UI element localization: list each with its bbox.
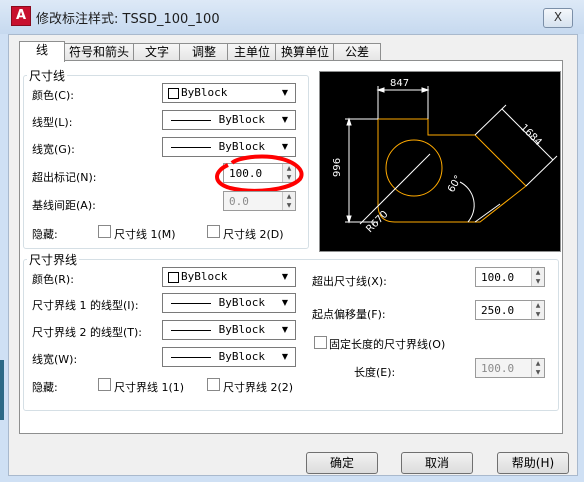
extend-beyond-spinner[interactable]: 100.0 ▲ ▼ — [475, 267, 545, 287]
fixed-length-label: 固定长度的尺寸界线(O) — [329, 338, 446, 351]
autocad-app-icon: A — [11, 6, 31, 26]
help-button[interactable]: 帮助(H) — [497, 452, 569, 474]
preview-dim-angle: 60° — [446, 174, 464, 195]
tab-alternate-units[interactable]: 换算单位 — [275, 43, 335, 61]
dim-line-color-value: ByBlock — [181, 86, 228, 99]
extend-beyond-label: 超出尺寸线(X): — [312, 275, 387, 288]
tab-lines[interactable]: 线 — [19, 41, 65, 62]
color-swatch — [168, 88, 179, 99]
ext-line-1-linetype-label: 尺寸界线 1 的线型(I): — [32, 299, 139, 312]
suppress-dim-line-1-label: 尺寸线 1(M) — [114, 228, 176, 241]
suppress-ext-line-1-label: 尺寸界线 1(1) — [114, 381, 185, 394]
suppress-dim-line-2-label: 尺寸线 2(D) — [223, 228, 284, 241]
chevron-down-icon: ▼ — [281, 325, 289, 334]
dim-line-color-label: 颜色(C): — [32, 89, 74, 102]
preview-dim-top: 847 — [390, 78, 409, 89]
preview-canvas: 847 996 1684 60° R670 — [319, 71, 561, 252]
preview-dim-radius: R670 — [364, 209, 390, 235]
chevron-down-icon: ▼ — [281, 115, 289, 124]
linetype-sample — [171, 120, 211, 121]
dim-line-linetype-value: ByBlock — [218, 113, 265, 126]
dim-suppress-label: 隐藏: — [32, 228, 58, 241]
suppress-ext-line-2-label: 尺寸界线 2(2) — [223, 381, 294, 394]
tab-symbols-arrows[interactable]: 符号和箭头 — [63, 43, 135, 61]
fixed-length-spinner[interactable]: 100.0 ▲ ▼ — [475, 358, 545, 378]
fixed-length-value-label: 长度(E): — [354, 366, 396, 379]
spinner-arrows[interactable]: ▲ ▼ — [531, 268, 544, 286]
chevron-down-icon: ▼ — [281, 272, 289, 281]
preview-circle — [385, 139, 443, 197]
tab-panel-lines: 尺寸线 颜色(C): ByBlock ▼ 线型(L): ByBlock ▼ 线宽… — [19, 60, 563, 434]
ext-line-2-linetype-dropdown[interactable]: ByBlock ▼ — [162, 320, 296, 340]
dim-line-lineweight-value: ByBlock — [218, 140, 265, 153]
tab-fit[interactable]: 调整 — [179, 43, 229, 61]
ext-line-color-value: ByBlock — [181, 270, 228, 283]
chevron-down-icon: ▼ — [281, 142, 289, 151]
dim-line-lineweight-label: 线宽(G): — [32, 143, 75, 156]
spinner-arrows[interactable]: ▲ ▼ — [282, 192, 295, 210]
spinner-arrows[interactable]: ▲ ▼ — [531, 301, 544, 319]
extend-ticks-label: 超出标记(N): — [32, 171, 97, 184]
fixed-length-value: 100.0 — [481, 362, 515, 375]
ext-line-2-linetype-label: 尺寸界线 2 的线型(T): — [32, 326, 142, 339]
tab-tolerances[interactable]: 公差 — [333, 43, 381, 61]
tab-primary-units[interactable]: 主单位 — [227, 43, 277, 61]
dialog-client: 线 符号和箭头 文字 调整 主单位 换算单位 公差 尺寸线 颜色(C): ByB… — [8, 34, 578, 476]
ext-line-lineweight-label: 线宽(W): — [32, 353, 78, 366]
spinner-arrows[interactable]: ▲ ▼ — [531, 359, 544, 377]
title-bar[interactable]: A 修改标注样式: TSSD_100_100 X — [0, 0, 584, 34]
color-swatch — [168, 272, 179, 283]
cancel-button[interactable]: 取消 — [401, 452, 473, 474]
dim-line-linetype-dropdown[interactable]: ByBlock ▼ — [162, 110, 296, 130]
fixed-length-checkbox[interactable] — [314, 336, 327, 349]
ext-line-lineweight-value: ByBlock — [218, 350, 265, 363]
baseline-spacing-label: 基线间距(A): — [32, 199, 96, 212]
preview-drawing: 847 996 1684 60° R670 — [332, 78, 558, 235]
suppress-ext-line-2-checkbox[interactable] — [207, 378, 220, 391]
extend-beyond-value: 100.0 — [481, 271, 515, 284]
baseline-spacing-value: 0.0 — [229, 195, 249, 208]
suppress-dim-line-2-checkbox[interactable] — [207, 225, 220, 238]
suppress-ext-line-1-checkbox[interactable] — [98, 378, 111, 391]
ext-line-1-linetype-value: ByBlock — [218, 296, 265, 309]
ext-line-2-linetype-value: ByBlock — [218, 323, 265, 336]
ext-suppress-label: 隐藏: — [32, 381, 58, 394]
close-button[interactable]: X — [543, 8, 573, 28]
preview-dim-right: 1684 — [518, 122, 544, 148]
offset-origin-value: 250.0 — [481, 304, 515, 317]
tab-text[interactable]: 文字 — [133, 43, 181, 61]
dialog-window: A 修改标注样式: TSSD_100_100 X 线 符号和箭头 文字 调整 主… — [0, 0, 584, 482]
dim-line-linetype-label: 线型(L): — [32, 116, 73, 129]
dim-line-color-dropdown[interactable]: ByBlock ▼ — [162, 83, 296, 103]
ext-lines-legend: 尺寸界线 — [29, 253, 78, 267]
chevron-down-icon: ▼ — [281, 352, 289, 361]
preview-part-outline — [377, 118, 527, 223]
chevron-down-icon: ▼ — [281, 88, 289, 97]
window-title: 修改标注样式: TSSD_100_100 — [36, 12, 220, 27]
lineweight-sample — [171, 147, 211, 148]
offset-origin-spinner[interactable]: 250.0 ▲ ▼ — [475, 300, 545, 320]
preview-dim-left: 996 — [332, 158, 343, 177]
ext-line-lineweight-dropdown[interactable]: ByBlock ▼ — [162, 347, 296, 367]
red-circle-annotation — [215, 154, 304, 193]
baseline-spacing-spinner[interactable]: 0.0 ▲ ▼ — [223, 191, 296, 211]
linetype-sample — [171, 303, 211, 304]
ok-button[interactable]: 确定 — [306, 452, 378, 474]
ext-line-1-linetype-dropdown[interactable]: ByBlock ▼ — [162, 293, 296, 313]
ext-line-color-label: 颜色(R): — [32, 273, 74, 286]
ext-line-color-dropdown[interactable]: ByBlock ▼ — [162, 267, 296, 287]
chevron-down-icon: ▼ — [281, 298, 289, 307]
background-app-edge — [0, 360, 4, 420]
lineweight-sample — [171, 357, 211, 358]
linetype-sample — [171, 330, 211, 331]
suppress-dim-line-1-checkbox[interactable] — [98, 225, 111, 238]
offset-origin-label: 起点偏移量(F): — [312, 308, 386, 321]
dim-lines-legend: 尺寸线 — [29, 69, 66, 83]
